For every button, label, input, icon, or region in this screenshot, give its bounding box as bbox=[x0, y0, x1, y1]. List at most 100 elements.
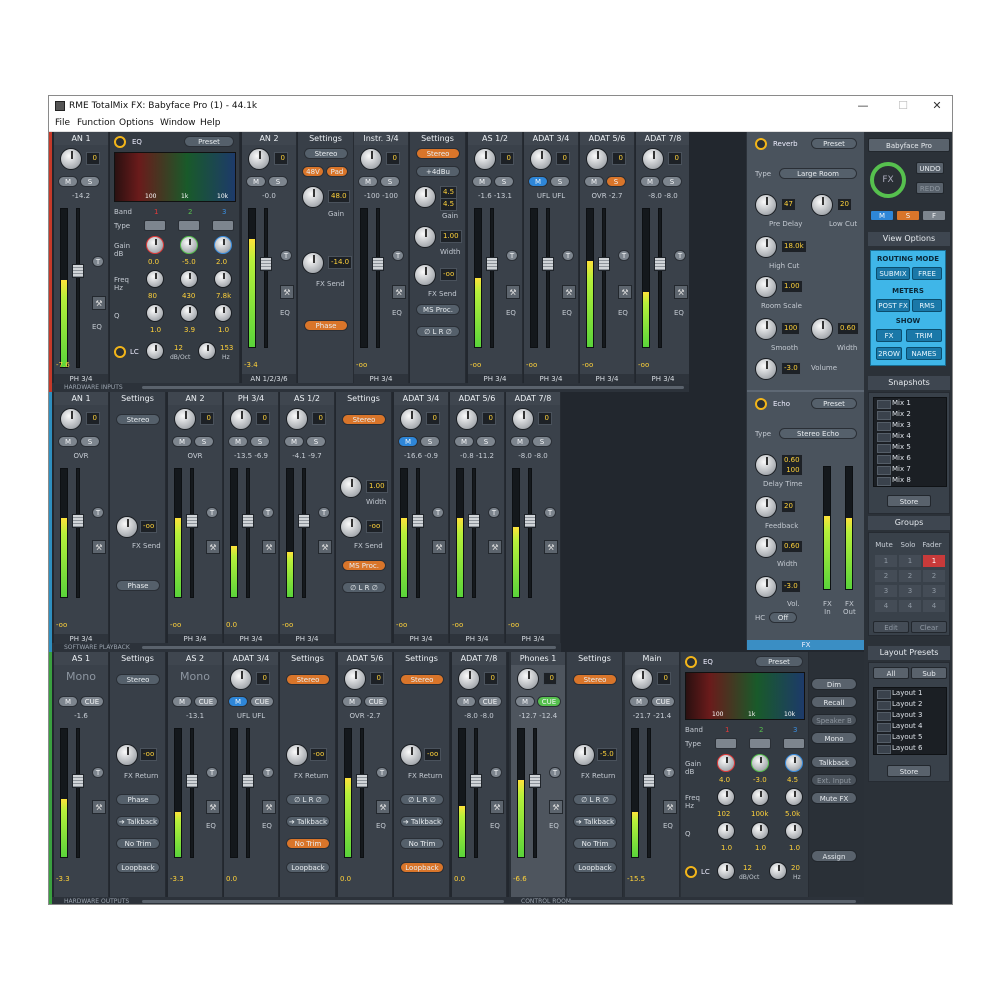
group-cell[interactable]: 4 bbox=[875, 600, 897, 612]
mono-label[interactable]: Mono bbox=[180, 670, 210, 683]
notrim-button[interactable]: No Trim bbox=[116, 838, 160, 849]
fxsend-knob[interactable] bbox=[414, 264, 436, 286]
groups-edit-button[interactable]: Edit bbox=[873, 621, 909, 633]
phase-lr-button[interactable]: ∅ L R ∅ bbox=[573, 794, 617, 805]
gain-knob[interactable] bbox=[530, 148, 552, 170]
layout-item[interactable]: Layout 2 bbox=[874, 699, 946, 710]
eq-button[interactable]: EQ bbox=[506, 309, 516, 317]
highcut-knob[interactable] bbox=[755, 236, 777, 258]
gain-knob[interactable] bbox=[230, 408, 252, 430]
volume-fader-handle[interactable] bbox=[242, 774, 254, 788]
solo-button[interactable]: S bbox=[80, 176, 100, 187]
ext-input-button[interactable]: Ext. Input bbox=[811, 774, 857, 786]
eq-gain-knob[interactable] bbox=[751, 754, 769, 772]
talkback-button[interactable]: ➔ Talkback bbox=[400, 816, 444, 827]
group-cell[interactable]: 1 bbox=[875, 555, 897, 567]
notrim-button[interactable]: No Trim bbox=[286, 838, 330, 849]
eq-button[interactable]: EQ bbox=[618, 309, 628, 317]
notrim-button[interactable]: No Trim bbox=[573, 838, 617, 849]
submix-target[interactable]: PH 3/4 bbox=[54, 634, 108, 644]
submix-target[interactable]: PH 3/4 bbox=[468, 374, 522, 384]
eq-type-button[interactable] bbox=[212, 220, 234, 231]
trim-button[interactable]: TRIM bbox=[906, 329, 942, 342]
group-cell[interactable]: 3 bbox=[875, 585, 897, 597]
snapshot-item[interactable]: Mix 2 bbox=[874, 409, 946, 420]
speaker-b-button[interactable]: Speaker B bbox=[811, 714, 857, 726]
eq-freq-knob[interactable] bbox=[751, 788, 769, 806]
volume-fader-handle[interactable] bbox=[72, 264, 84, 278]
notrim-button[interactable]: No Trim bbox=[400, 838, 444, 849]
stereo-button[interactable]: Stereo bbox=[286, 674, 330, 685]
trim-button[interactable]: T bbox=[488, 507, 500, 518]
mute-button[interactable]: M bbox=[284, 436, 304, 447]
layout-presets-header[interactable]: Layout Presets bbox=[868, 646, 950, 660]
scrollbar[interactable] bbox=[142, 386, 684, 389]
hc-select[interactable]: Off bbox=[769, 612, 797, 623]
stereo-button[interactable]: Stereo bbox=[416, 148, 460, 159]
volume-fader-handle[interactable] bbox=[529, 774, 541, 788]
layout-all-button[interactable]: All bbox=[873, 667, 909, 679]
postfx-button[interactable]: POST FX bbox=[876, 299, 910, 312]
volume-fader-handle[interactable] bbox=[542, 257, 554, 271]
gain-knob[interactable] bbox=[302, 186, 324, 208]
mute-button[interactable]: M bbox=[528, 176, 548, 187]
volume-fader-handle[interactable] bbox=[470, 774, 482, 788]
solo-button[interactable]: S bbox=[606, 176, 626, 187]
feedback-knob[interactable] bbox=[755, 496, 777, 518]
loopback-button[interactable]: Loopback bbox=[286, 862, 330, 873]
fxsend-knob[interactable] bbox=[116, 516, 138, 538]
eq-button[interactable]: EQ bbox=[206, 822, 216, 830]
mute-button[interactable]: M bbox=[584, 176, 604, 187]
f-global-button[interactable]: F bbox=[922, 210, 946, 221]
assign-button[interactable]: Assign bbox=[811, 850, 857, 862]
trim-button[interactable]: T bbox=[392, 250, 404, 261]
mute-button[interactable]: M bbox=[456, 696, 476, 707]
layout-item[interactable]: Layout 3 bbox=[874, 710, 946, 721]
group-cell[interactable]: 4 bbox=[923, 600, 945, 612]
level-select[interactable]: +4dBu bbox=[416, 166, 460, 177]
trim-button[interactable]: T bbox=[318, 507, 330, 518]
fx-master-knob[interactable]: FX bbox=[870, 162, 906, 198]
eq-gain-knob[interactable] bbox=[214, 236, 232, 254]
solo-button[interactable]: S bbox=[250, 436, 270, 447]
trim-button[interactable]: T bbox=[490, 767, 502, 778]
volume-fader-handle[interactable] bbox=[486, 257, 498, 271]
phase-lr-button[interactable]: ∅ L R ∅ bbox=[416, 326, 460, 337]
talkback-button[interactable]: ➔ Talkback bbox=[286, 816, 330, 827]
wrench-icon[interactable]: ⚒ bbox=[92, 540, 106, 554]
dim-button[interactable]: Dim bbox=[811, 678, 857, 690]
trim-button[interactable]: T bbox=[663, 767, 675, 778]
mute-button[interactable]: M bbox=[510, 436, 530, 447]
loopback-button[interactable]: Loopback bbox=[116, 862, 160, 873]
mute-button[interactable]: M bbox=[358, 176, 378, 187]
submix-target[interactable]: PH 3/4 bbox=[394, 634, 448, 644]
fxsend-knob[interactable] bbox=[340, 516, 362, 538]
volume-fader-handle[interactable] bbox=[372, 257, 384, 271]
phase-lr-button[interactable]: ∅ L R ∅ bbox=[286, 794, 330, 805]
trim-button[interactable]: T bbox=[618, 250, 630, 261]
snapshot-item[interactable]: Mix 3 bbox=[874, 420, 946, 431]
snapshots-header[interactable]: Snapshots bbox=[868, 376, 950, 390]
smooth-knob[interactable] bbox=[755, 318, 777, 340]
eq-type-button[interactable] bbox=[144, 220, 166, 231]
scrollbar[interactable] bbox=[142, 900, 504, 903]
volume-fader-handle[interactable] bbox=[468, 514, 480, 528]
maximize-button[interactable]: ☐ bbox=[889, 99, 917, 113]
solo-button[interactable]: S bbox=[494, 176, 514, 187]
reverb-width-knob[interactable] bbox=[811, 318, 833, 340]
wrench-icon[interactable]: ⚒ bbox=[318, 540, 332, 554]
wrench-icon[interactable]: ⚒ bbox=[392, 285, 406, 299]
m-global-button[interactable]: M bbox=[870, 210, 894, 221]
solo-button[interactable]: S bbox=[268, 176, 288, 187]
wrench-icon[interactable]: ⚒ bbox=[92, 296, 106, 310]
ms-proc-button[interactable]: MS Proc. bbox=[416, 304, 460, 315]
submix-button[interactable]: SUBMIX bbox=[876, 267, 910, 280]
submix-target[interactable]: PH 3/4 bbox=[280, 634, 334, 644]
lowcut-knob[interactable] bbox=[811, 194, 833, 216]
mute-button[interactable]: M bbox=[640, 176, 660, 187]
echo-type-select[interactable]: Stereo Echo bbox=[779, 428, 857, 439]
stereo-button[interactable]: Stereo bbox=[116, 414, 160, 425]
eq-button[interactable]: EQ bbox=[376, 822, 386, 830]
submix-target[interactable]: PH 3/4 bbox=[168, 634, 222, 644]
submix-target[interactable]: PH 3/4 bbox=[450, 634, 504, 644]
